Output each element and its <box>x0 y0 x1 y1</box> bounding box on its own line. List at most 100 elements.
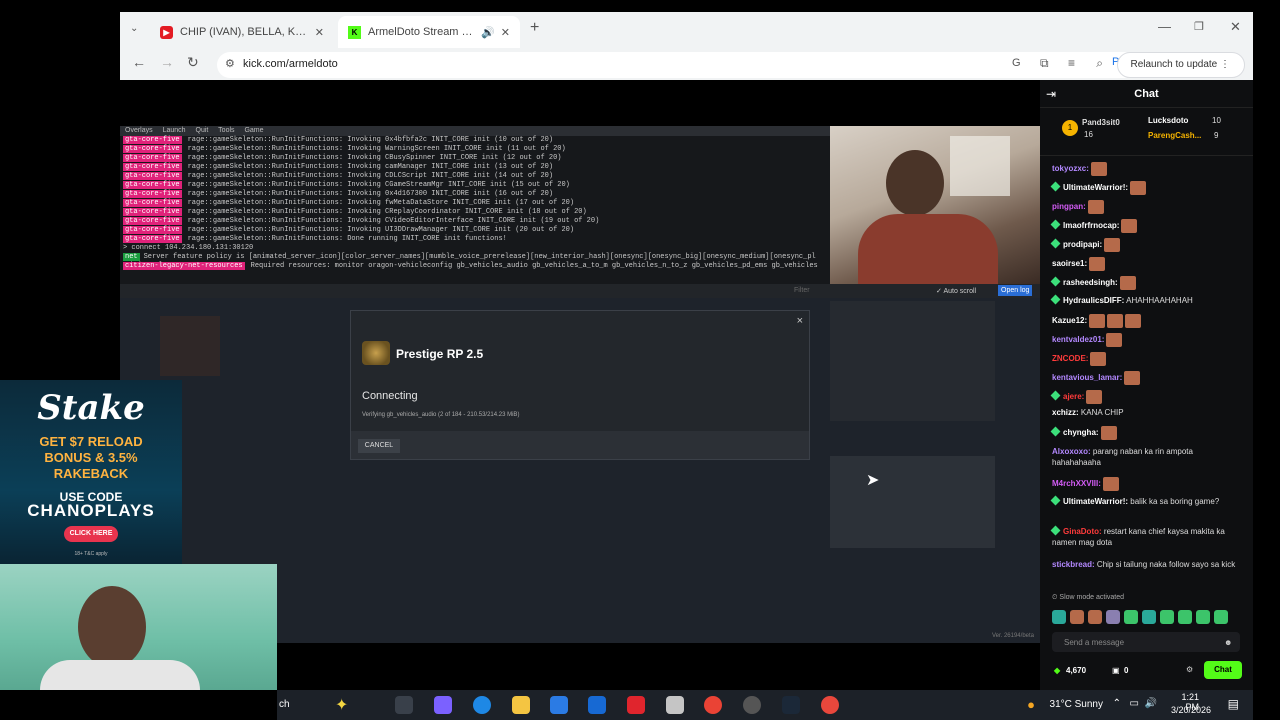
app-icon-2[interactable] <box>627 696 645 714</box>
steam-icon[interactable] <box>782 696 800 714</box>
chat-username[interactable]: xchizz: <box>1052 408 1079 417</box>
restore-icon[interactable]: ❐ <box>1194 20 1204 33</box>
weather-text[interactable]: 31°C Sunny <box>1050 699 1103 710</box>
open-log-button[interactable]: Open log <box>998 285 1033 296</box>
close-icon[interactable]: × <box>797 315 803 327</box>
zoom-icon[interactable]: ⌕ <box>1096 56 1103 71</box>
menu-launch[interactable]: Launch <box>163 127 186 134</box>
quick-emote-icon[interactable] <box>1196 610 1210 624</box>
quick-emote-icon[interactable] <box>1214 610 1228 624</box>
app-icon-4[interactable] <box>743 696 761 714</box>
volume-icon[interactable]: 🔊 <box>1145 698 1157 709</box>
menu-overlays[interactable]: Overlays <box>125 127 153 134</box>
chat-username[interactable]: HydraulicsDIFF: <box>1063 296 1124 305</box>
chat-username[interactable]: UltimateWarrior!: <box>1063 497 1128 506</box>
quick-emote-icon[interactable] <box>1178 610 1192 624</box>
menu-tools[interactable]: Tools <box>218 127 234 134</box>
send-chat-button[interactable]: Chat <box>1204 661 1242 679</box>
speaker-icon[interactable]: 🔊 <box>481 26 495 39</box>
more-menu-icon[interactable]: ⋮ <box>1220 59 1230 70</box>
clock-date[interactable]: 3/20/2026 <box>1171 705 1211 715</box>
quick-emote-icon[interactable] <box>1052 610 1066 624</box>
chat-message: M4rchXXVIII: <box>1052 477 1244 491</box>
media-control-icon[interactable]: ≡ <box>1068 56 1075 70</box>
outlook-icon[interactable] <box>588 696 606 714</box>
chat-username[interactable]: saoirse1: <box>1052 259 1087 268</box>
relaunch-button[interactable]: Relaunch to update ⋮ <box>1117 52 1245 78</box>
close-icon[interactable]: ✕ <box>315 26 324 39</box>
extension-g-icon[interactable]: G <box>1012 57 1021 69</box>
chat-message: xchizz: KANA CHIP <box>1052 407 1244 418</box>
close-icon[interactable]: ✕ <box>501 26 510 39</box>
menu-game[interactable]: Game <box>244 127 263 134</box>
chat-username[interactable]: Kazue12: <box>1052 316 1087 325</box>
stake-ad[interactable]: Stake GET $7 RELOAD BONUS & 3.5% RAKEBAC… <box>0 380 182 564</box>
chat-username[interactable]: pingpan: <box>1052 202 1086 211</box>
quick-emote-icon[interactable] <box>1160 610 1174 624</box>
minimize-icon[interactable]: — <box>1158 19 1171 34</box>
chat-username[interactable]: ajere: <box>1063 392 1084 401</box>
back-icon[interactable]: ← <box>132 54 146 70</box>
quick-emote-icon[interactable] <box>1142 610 1156 624</box>
site-info-icon[interactable]: ⚙ <box>225 57 235 70</box>
address-bar[interactable]: ⚙ kick.com/armeldoto ⌕ ☆ <box>217 52 1137 78</box>
tray-chevron-icon[interactable]: ⌃ <box>1113 698 1121 709</box>
cancel-button[interactable]: CANCEL <box>358 439 400 453</box>
autoscroll-toggle[interactable]: ✓ Auto scroll <box>936 287 976 295</box>
chrome-icon[interactable] <box>704 696 722 714</box>
chat-username[interactable]: lmaofrfrnocap: <box>1063 221 1119 230</box>
console-filter-bar: Filter ✓ Auto scroll Open log <box>120 284 1040 298</box>
chat-username[interactable]: Alxoxoxo: <box>1052 447 1091 456</box>
gifter-name[interactable]: Lucksdoto <box>1148 116 1188 125</box>
app-icon-3[interactable] <box>666 696 684 714</box>
quick-emote-icon[interactable] <box>1106 610 1120 624</box>
game-menu-art <box>160 316 220 376</box>
chat-input[interactable]: Send a message <box>1052 632 1240 652</box>
file-explorer-icon[interactable] <box>512 696 530 714</box>
chat-username[interactable]: GinaDoto: <box>1063 527 1102 536</box>
chat-username[interactable]: tokyozxc: <box>1052 164 1089 173</box>
app-icon-1[interactable] <box>434 696 452 714</box>
gifter-name[interactable]: ParengCash... <box>1148 131 1201 140</box>
chat-username[interactable]: kentavious_lamar: <box>1052 373 1122 382</box>
filter-input[interactable]: Filter <box>794 287 810 294</box>
quick-emote-icon[interactable] <box>1124 610 1138 624</box>
tab-search-icon[interactable]: ⌄ <box>130 23 138 34</box>
task-view-icon[interactable] <box>395 696 413 714</box>
notification-icon[interactable]: ▤ <box>1228 697 1239 711</box>
chat-username[interactable]: prodipapi: <box>1063 240 1102 249</box>
search-box[interactable]: ch <box>279 699 290 710</box>
connect-dialog: Prestige RP 2.5 × Connecting Verifying g… <box>350 310 810 460</box>
chat-username[interactable]: rasheedsingh: <box>1063 278 1118 287</box>
console-line: gta-core-five rage::gameSkeleton::RunInit… <box>120 154 830 163</box>
reload-icon[interactable]: ↻ <box>187 54 199 71</box>
chat-settings-icon[interactable]: ⚙ <box>1186 665 1193 674</box>
copilot-sparkle-icon[interactable]: ✦ <box>335 695 348 715</box>
store-icon[interactable] <box>550 696 568 714</box>
chat-username[interactable]: chyngha: <box>1063 428 1099 437</box>
new-tab-button[interactable]: + <box>530 19 539 37</box>
chat-username[interactable]: UltimateWarrior!: <box>1063 183 1128 192</box>
edge-icon[interactable] <box>473 696 491 714</box>
chat-username[interactable]: ZNCODE: <box>1052 354 1088 363</box>
emote-picker-icon[interactable]: ☻ <box>1224 638 1232 647</box>
window-close-icon[interactable]: ✕ <box>1230 19 1241 35</box>
person-head <box>78 586 146 668</box>
quick-emote-icon[interactable] <box>1070 610 1084 624</box>
chat-username[interactable]: M4rchXXVIII: <box>1052 479 1101 488</box>
gift-icon[interactable]: ▣ <box>1112 666 1120 675</box>
chat-message: UltimateWarrior!: <box>1050 181 1244 195</box>
app-icon-5[interactable] <box>821 696 839 714</box>
tab-kick[interactable]: K ArmelDoto Stream - Watch 🔊 ✕ <box>338 16 520 48</box>
forward-icon[interactable]: → <box>160 54 174 70</box>
extensions-puzzle-icon[interactable]: ⧉ <box>1040 56 1049 71</box>
tab-youtube[interactable]: ▶ CHIP (IVAN), BELLA, KLAY & CH ✕ <box>150 16 334 48</box>
network-icon[interactable]: ▭ <box>1130 698 1139 709</box>
gifter-name[interactable]: Pand3sit0 <box>1082 118 1120 127</box>
click-here-button[interactable]: CLICK HERE <box>64 526 118 542</box>
menu-quit[interactable]: Quit <box>196 127 209 134</box>
chat-username[interactable]: kentvaldez01: <box>1052 335 1104 344</box>
quick-emote-icon[interactable] <box>1088 610 1102 624</box>
console-text: rage::gameSkeleton::RunInitFunctions: In… <box>187 145 566 153</box>
chat-username[interactable]: stickbread: <box>1052 560 1095 569</box>
